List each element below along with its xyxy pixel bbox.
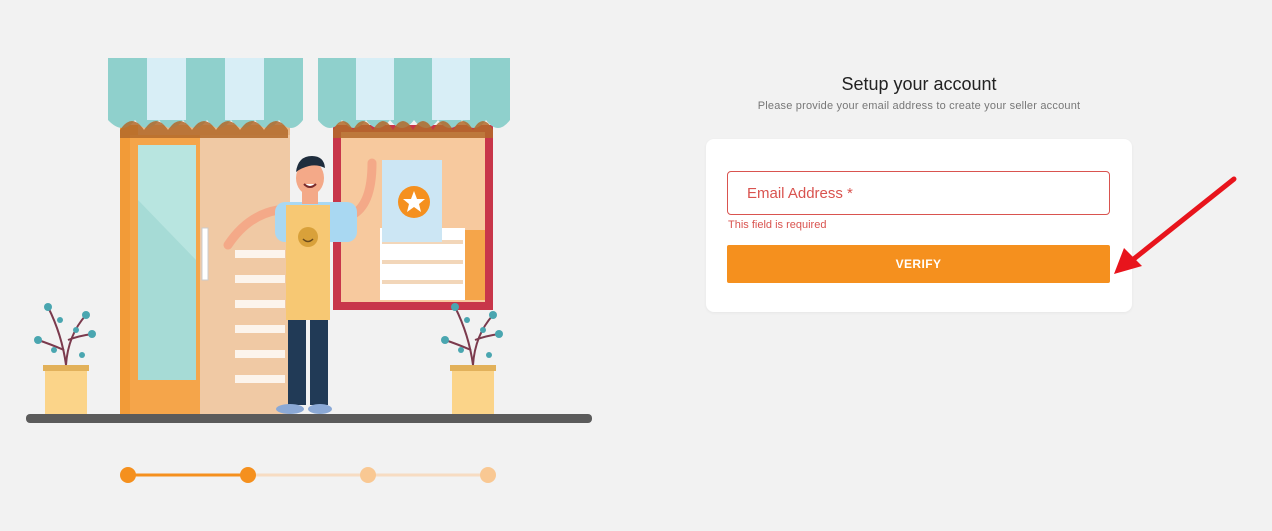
step-dot-1 — [120, 467, 136, 483]
step-dot-3 — [360, 467, 376, 483]
email-error-message: This field is required — [728, 219, 827, 231]
email-field[interactable] — [727, 171, 1110, 215]
step-dot-2 — [240, 467, 256, 483]
step-progress-indicator — [110, 460, 510, 490]
email-input[interactable] — [728, 172, 1109, 214]
page-subtitle: Please provide your email address to cre… — [757, 100, 1081, 112]
account-setup-card: This field is required VERIFY — [706, 139, 1132, 312]
shopkeeper-illustration — [26, 58, 592, 423]
header-panel: Setup your account Please provide your e… — [706, 60, 1132, 112]
step-dot-4 — [480, 467, 496, 483]
page-title: Setup your account — [841, 74, 997, 94]
verify-button[interactable]: VERIFY — [727, 245, 1110, 283]
red-arrow-icon — [1114, 176, 1237, 274]
